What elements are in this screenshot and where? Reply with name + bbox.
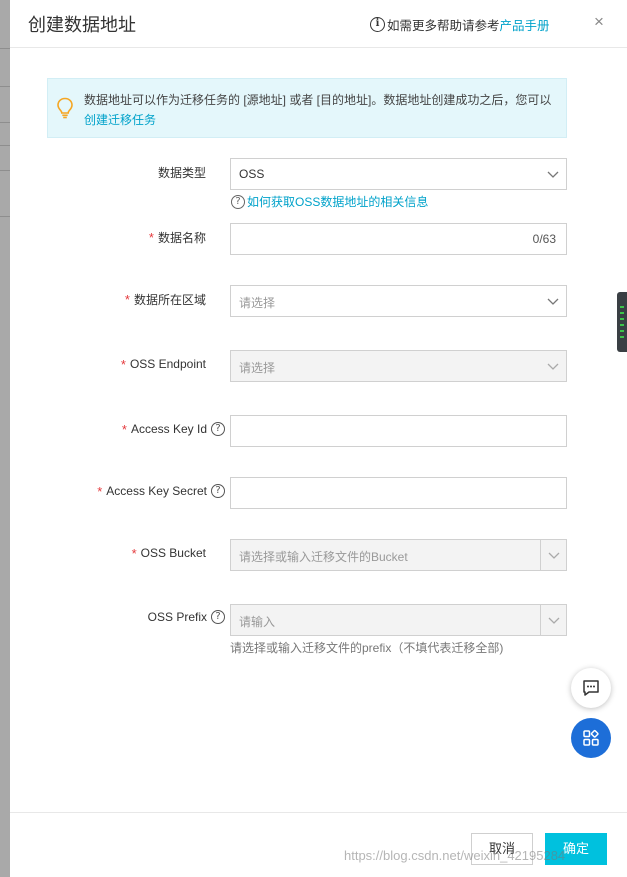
required-asterisk: * [121, 421, 127, 437]
data-name-label: * 数据名称 [90, 228, 206, 246]
dialog-title: 创建数据地址 [28, 15, 136, 36]
prefix-label: OSS Prefix ? [90, 607, 225, 627]
access-key-id-label: * Access Key Id ? [70, 419, 225, 439]
required-asterisk: * [124, 291, 130, 307]
data-type-label-text: 数据类型 [157, 165, 206, 180]
access-key-secret-input[interactable] [230, 477, 567, 509]
prefix-note: 请选择或输入迁移文件的prefix（不填代表迁移全部) [230, 641, 504, 655]
bucket-placeholder: 请选择或输入迁移文件的Bucket [239, 550, 408, 564]
required-asterisk: * [131, 545, 137, 561]
bucket-dropdown-toggle[interactable] [540, 540, 566, 570]
notice-body: 数据地址可以作为迁移任务的 [源地址] 或者 [目的地址]。数据地址创建成功之后… [84, 93, 552, 107]
prefix-placeholder: 请输入 [239, 615, 276, 629]
data-name-label-text: 数据名称 [157, 230, 206, 245]
watermark: https://blog.csdn.net/weixin_42195284 [344, 848, 566, 863]
background-overlay [0, 0, 10, 877]
access-key-id-input[interactable] [230, 415, 567, 447]
region-label-text: 数据所在区域 [133, 292, 206, 307]
chevron-down-icon [548, 552, 560, 559]
chevron-down-icon [548, 617, 560, 624]
question-icon: ? [231, 194, 245, 209]
side-status-widget[interactable] [617, 292, 627, 352]
prefix-combobox[interactable]: 请输入 [230, 604, 567, 636]
info-icon: i [370, 17, 385, 32]
char-counter: 0/63 [532, 232, 556, 246]
close-icon[interactable]: × [594, 12, 604, 32]
bucket-label-text: OSS Bucket [140, 546, 206, 560]
chevron-down-icon [547, 298, 559, 305]
required-asterisk: * [148, 229, 154, 245]
prefix-dropdown-toggle[interactable] [540, 605, 566, 635]
create-data-address-dialog: 创建数据地址 i 如需更多帮助请参考 产品手册 × 数据地址可以作为迁移任务的 … [10, 0, 627, 877]
data-type-value: OSS [239, 167, 265, 181]
help-hint: i 如需更多帮助请参考 产品手册 [370, 15, 550, 34]
data-type-help-link[interactable]: ? 如何获取OSS数据地址的相关信息 [231, 193, 428, 210]
dialog-header: 创建数据地址 i 如需更多帮助请参考 产品手册 × [10, 0, 627, 48]
endpoint-placeholder: 请选择 [239, 361, 276, 375]
data-type-select[interactable]: OSS [230, 158, 567, 190]
endpoint-label: * OSS Endpoint [90, 355, 206, 373]
data-type-label: 数据类型 [90, 163, 206, 181]
chat-float-button[interactable] [571, 668, 611, 708]
chat-icon [583, 680, 599, 696]
product-manual-link[interactable]: 产品手册 [500, 15, 550, 34]
region-label: * 数据所在区域 [90, 290, 206, 308]
apps-icon [583, 729, 599, 746]
create-migration-task-link[interactable]: 创建迁移任务 [84, 113, 156, 127]
bucket-combobox[interactable]: 请选择或输入迁移文件的Bucket [230, 539, 567, 571]
access-key-secret-label-text: Access Key Secret [106, 484, 207, 498]
question-icon[interactable]: ? [211, 484, 225, 498]
required-asterisk: * [97, 483, 103, 499]
question-icon[interactable]: ? [211, 610, 225, 624]
region-select[interactable]: 请选择 [230, 285, 567, 317]
prefix-label-text: OSS Prefix [147, 610, 207, 624]
apps-float-button[interactable] [571, 718, 611, 758]
data-type-help-text: 如何获取OSS数据地址的相关信息 [247, 195, 429, 209]
help-text: 如需更多帮助请参考 [387, 19, 500, 33]
required-asterisk: * [120, 356, 126, 372]
chevron-down-icon [547, 171, 559, 178]
region-placeholder: 请选择 [239, 296, 276, 310]
bucket-label: * OSS Bucket [90, 544, 206, 562]
info-notice: 数据地址可以作为迁移任务的 [源地址] 或者 [目的地址]。数据地址创建成功之后… [47, 78, 567, 138]
notice-text: 数据地址可以作为迁移任务的 [源地址] 或者 [目的地址]。数据地址创建成功之后… [84, 90, 560, 130]
chevron-down-icon [547, 363, 559, 370]
access-key-id-label-text: Access Key Id [130, 422, 207, 436]
endpoint-select[interactable]: 请选择 [230, 350, 567, 382]
question-icon[interactable]: ? [211, 422, 225, 436]
data-name-input[interactable]: 0/63 [230, 223, 567, 255]
access-key-secret-label: * Access Key Secret ? [70, 481, 225, 501]
endpoint-label-text: OSS Endpoint [129, 357, 206, 371]
lightbulb-icon [57, 97, 73, 119]
dialog-footer: 取消 确定 [10, 812, 627, 877]
